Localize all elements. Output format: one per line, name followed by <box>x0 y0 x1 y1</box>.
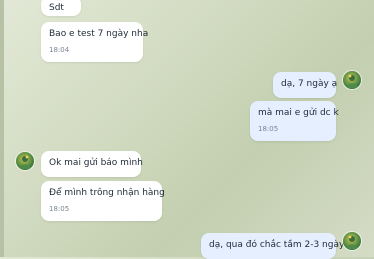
message-outgoing[interactable]: mà mai e gửi dc k 18:05 <box>250 101 339 141</box>
avatar-self[interactable] <box>343 71 361 89</box>
message-time: 18:05 <box>258 125 279 133</box>
message-incoming[interactable]: Sdt <box>41 0 81 16</box>
avatar-contact[interactable] <box>16 152 34 170</box>
message-incoming[interactable]: Ok mai gửi báo mình <box>41 151 143 177</box>
profile-picture-icon <box>19 155 31 169</box>
message-time: 18:04 <box>49 46 70 54</box>
message-outgoing[interactable]: dạ, qua đó chắc tầm 2-3 ngày <box>201 233 344 259</box>
chat-left-edge <box>0 0 4 257</box>
profile-picture-icon <box>346 74 358 88</box>
message-text: dạ, 7 ngày ạ <box>281 79 338 89</box>
profile-picture-icon <box>346 235 358 249</box>
avatar-self[interactable] <box>343 232 361 250</box>
message-text: Ok mai gửi báo mình <box>49 158 143 168</box>
message-outgoing[interactable]: dạ, 7 ngày ạ <box>273 72 338 98</box>
chat-conversation: Sdt Bao e test 7 ngày nha 18:04 dạ, 7 ng… <box>0 0 374 259</box>
message-time: 18:05 <box>49 205 70 213</box>
message-text: dạ, qua đó chắc tầm 2-3 ngày <box>209 240 345 250</box>
message-text: Bao e test 7 ngày nha <box>49 29 149 39</box>
message-incoming[interactable]: Để mình trông nhận hàng 18:05 <box>41 181 165 221</box>
message-text: mà mai e gửi dc k <box>258 108 339 118</box>
message-text: Sdt <box>49 3 64 13</box>
message-incoming[interactable]: Bao e test 7 ngày nha 18:04 <box>41 22 148 62</box>
message-text: Để mình trông nhận hàng <box>49 188 165 198</box>
